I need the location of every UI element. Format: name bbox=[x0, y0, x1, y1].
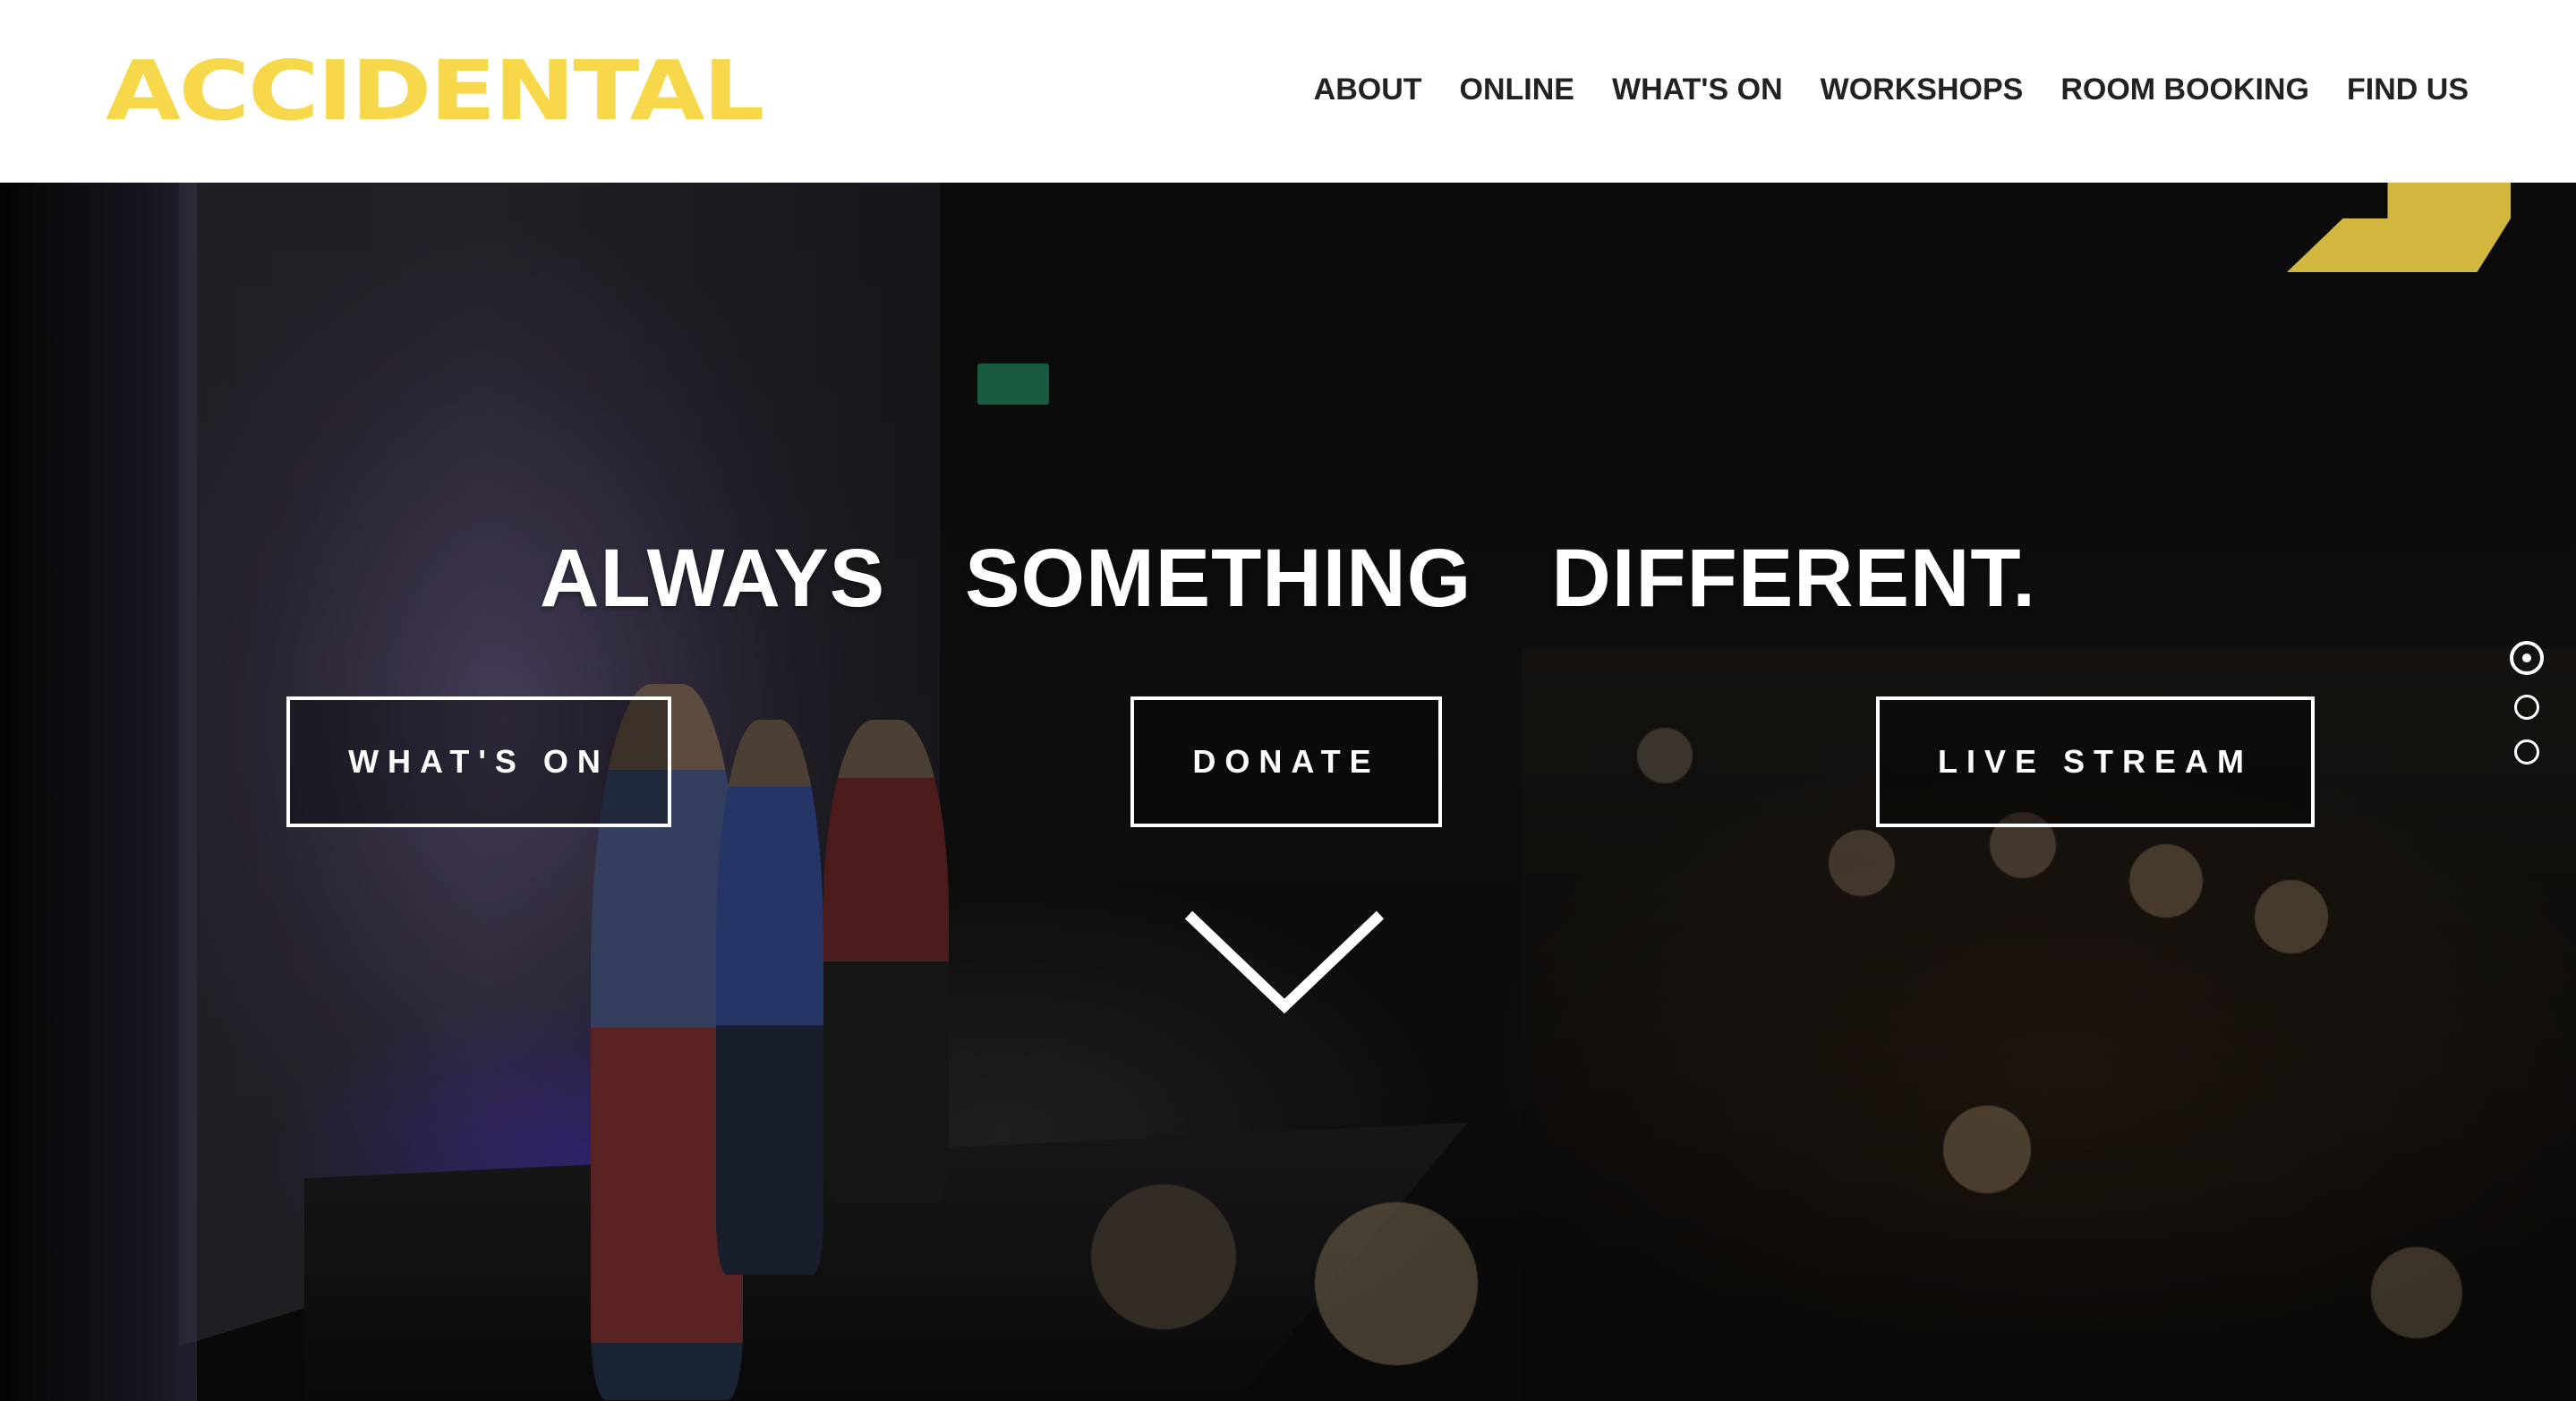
hero-section: ALWAYS SOMETHING DIFFERENT. WHAT'S ON DO… bbox=[0, 183, 2576, 1401]
nav-item-online[interactable]: ONLINE bbox=[1460, 66, 1574, 113]
hero-tagline: ALWAYS SOMETHING DIFFERENT. bbox=[540, 533, 2036, 624]
slide-dot-3[interactable] bbox=[2514, 739, 2539, 765]
slide-dot-1[interactable] bbox=[2510, 641, 2544, 675]
site-header: ACCIDENTAL ABOUT ONLINE WHAT'S ON WORKSH… bbox=[0, 0, 2576, 183]
live-stream-button[interactable]: LIVE STREAM bbox=[1876, 696, 2315, 827]
nav-item-workshops[interactable]: WORKSHOPS bbox=[1821, 66, 2024, 113]
donate-button[interactable]: DONATE bbox=[1130, 696, 1442, 827]
chevron-down-icon[interactable] bbox=[1181, 908, 1387, 1024]
slide-pagination bbox=[2506, 641, 2547, 765]
whats-on-button[interactable]: WHAT'S ON bbox=[286, 696, 671, 827]
nav-item-about[interactable]: ABOUT bbox=[1314, 66, 1422, 113]
site-logo[interactable]: ACCIDENTAL bbox=[106, 50, 764, 132]
nav-item-find-us[interactable]: FIND US bbox=[2347, 66, 2469, 113]
nav-item-room-booking[interactable]: ROOM BOOKING bbox=[2060, 66, 2309, 113]
slide-dot-2[interactable] bbox=[2514, 695, 2539, 720]
main-nav: ABOUT ONLINE WHAT'S ON WORKSHOPS ROOM BO… bbox=[1314, 66, 2469, 113]
nav-item-whats-on[interactable]: WHAT'S ON bbox=[1612, 66, 1783, 113]
